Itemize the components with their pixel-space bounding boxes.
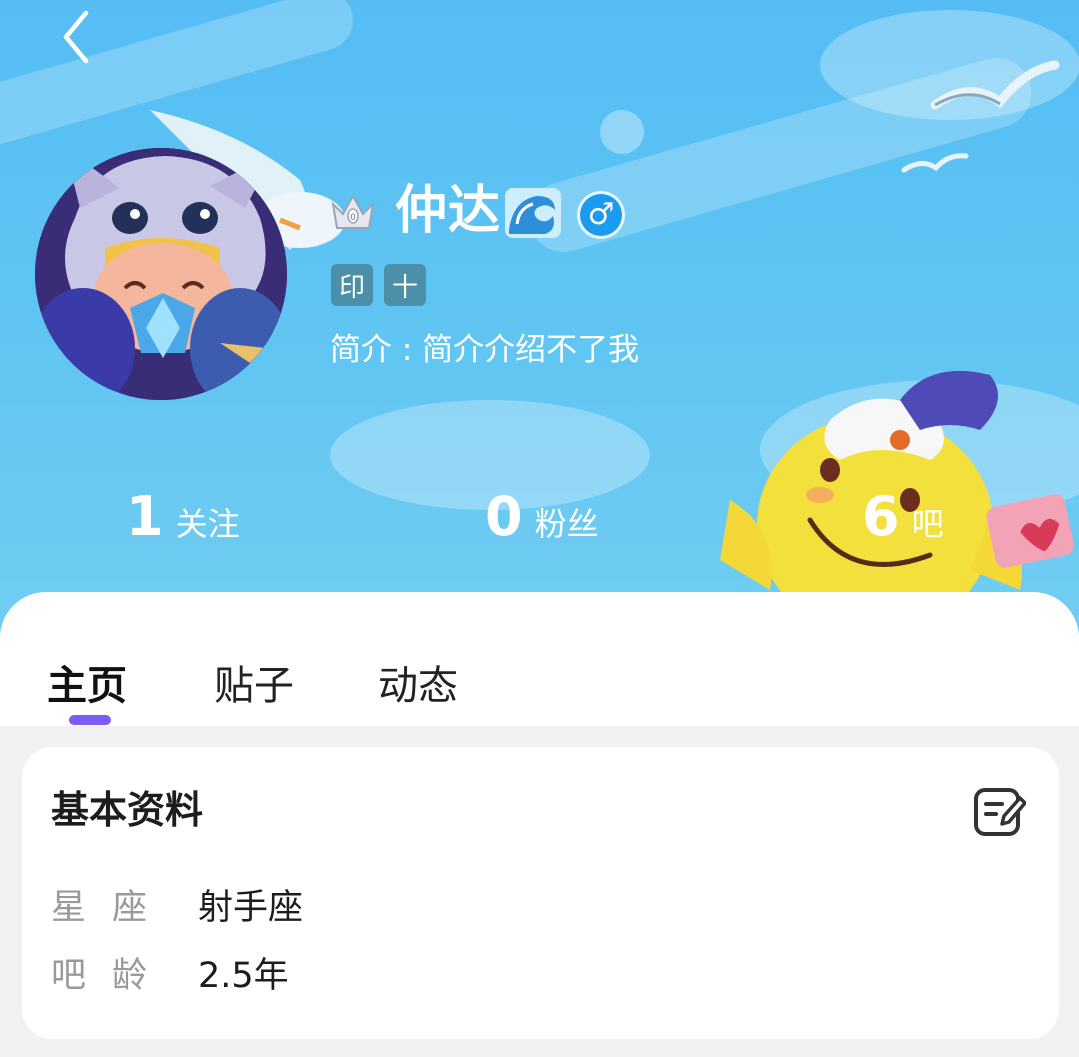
badge-yin[interactable]: 印 — [331, 264, 373, 306]
info-row-label: 星座 — [51, 888, 174, 928]
stat-label: 关注 — [175, 505, 240, 543]
stat-value: 6 — [862, 485, 900, 548]
tab-sheet — [0, 592, 1079, 726]
svg-text:0: 0 — [350, 213, 356, 223]
stat-value: 0 — [485, 485, 523, 548]
tab-home[interactable]: 主页 — [47, 656, 127, 716]
badge-label: 印 — [338, 272, 365, 303]
tab-label: 动态 — [378, 663, 458, 709]
info-row-value: 2.5年 — [198, 956, 289, 996]
male-icon: ♂ — [577, 191, 625, 239]
badge-shi[interactable]: 十 — [384, 264, 426, 306]
stat-bars[interactable]: 6 吧 — [862, 484, 944, 550]
bio-text: 简介 : 简介介绍不了我 — [330, 332, 640, 368]
tab-activity[interactable]: 动态 — [378, 656, 458, 716]
edit-icon[interactable] — [972, 786, 1026, 838]
crown-icon: 0 — [331, 193, 375, 229]
wave-icon — [505, 188, 561, 238]
cloud — [600, 110, 644, 154]
stat-label: 粉丝 — [534, 505, 599, 543]
tab-label: 贴子 — [214, 663, 294, 709]
seagull-illustration — [930, 60, 1060, 110]
tab-posts[interactable]: 贴子 — [214, 656, 294, 716]
info-row-value: 射手座 — [198, 888, 304, 928]
avatar[interactable] — [35, 148, 287, 400]
basic-info-title: 基本资料 — [51, 788, 204, 832]
tab-indicator — [69, 715, 111, 725]
profile-header: 0 仲达 ♂ 印 十 简介 : 简介介绍不了我 1 关注 0 粉丝 6 吧 — [0, 0, 1079, 640]
info-row-label: 吧龄 — [51, 956, 174, 996]
stat-followers[interactable]: 0 粉丝 — [485, 484, 599, 550]
gender-symbol: ♂ — [587, 197, 615, 232]
chevron-left-icon — [63, 10, 89, 64]
badge-label: 十 — [391, 272, 418, 303]
stat-following[interactable]: 1 关注 — [126, 484, 240, 550]
back-button[interactable] — [50, 6, 100, 68]
username: 仲达 — [395, 181, 502, 241]
tab-label: 主页 — [47, 663, 127, 709]
avatar-image — [35, 148, 287, 400]
stat-value: 1 — [126, 485, 164, 548]
seagull-illustration — [901, 153, 969, 173]
stat-label: 吧 — [911, 505, 944, 543]
